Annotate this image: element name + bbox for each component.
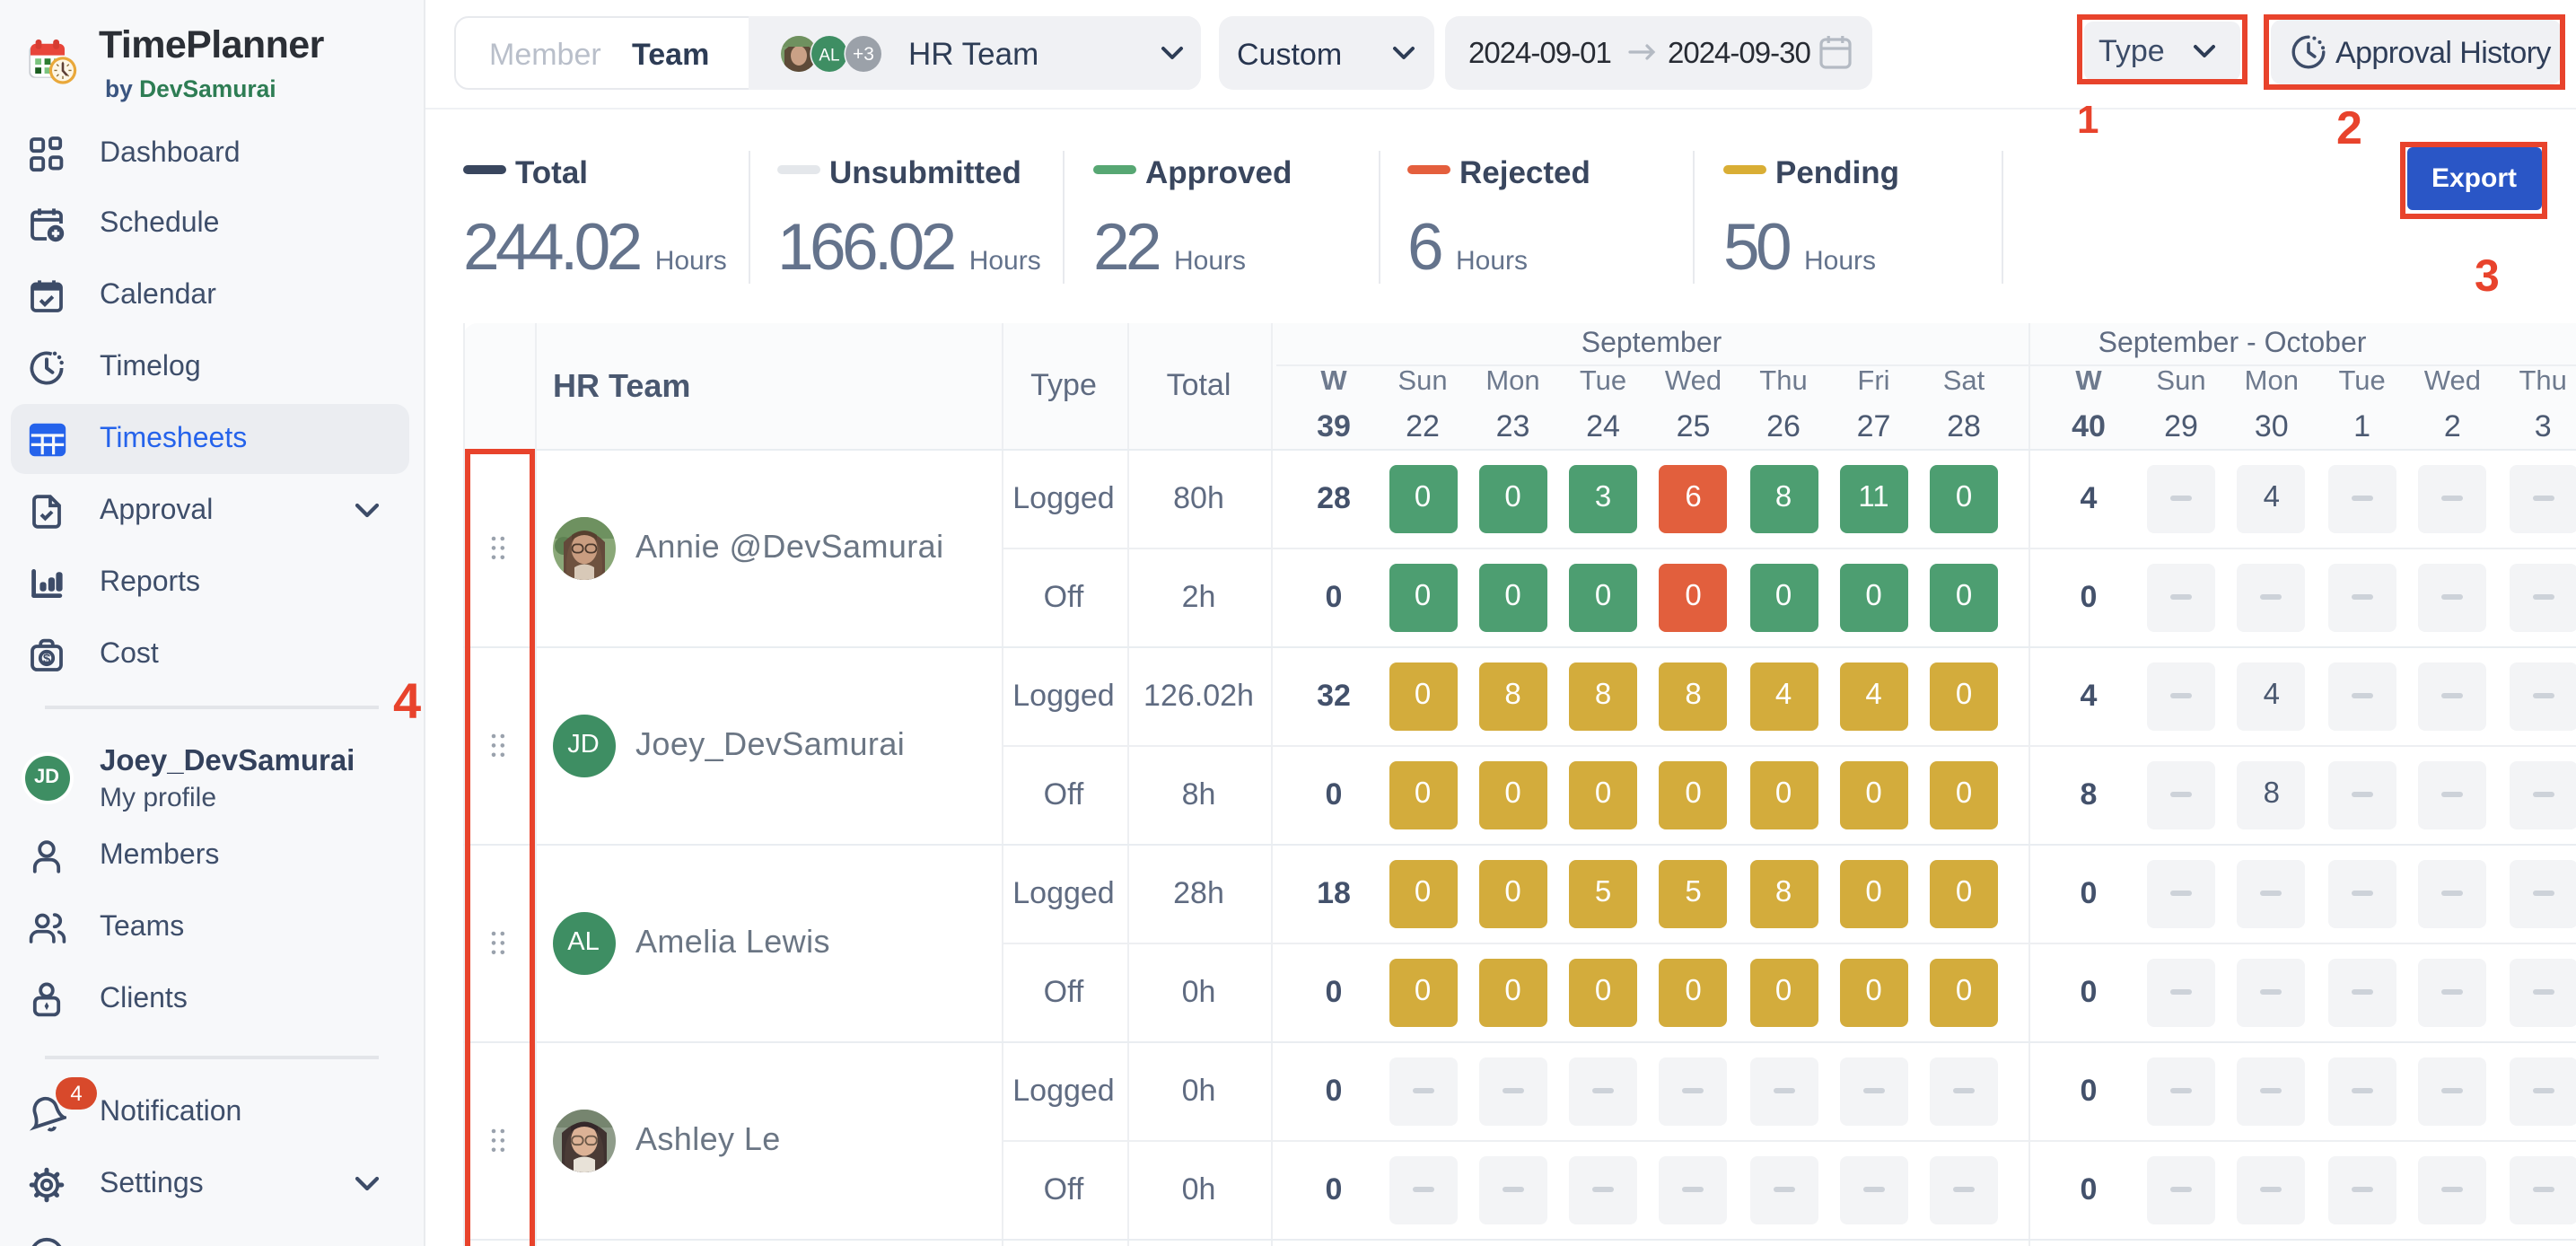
svg-text:AL: AL	[819, 46, 839, 65]
svg-text:+3: +3	[853, 43, 874, 64]
svg-text:$: $	[43, 651, 51, 666]
